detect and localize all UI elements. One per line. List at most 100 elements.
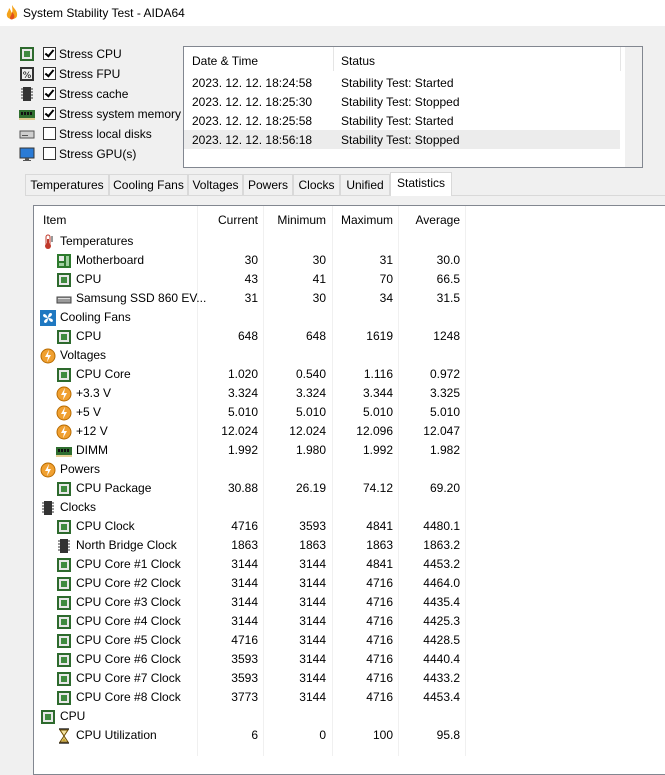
stats-header-maximum[interactable]: Maximum bbox=[331, 213, 393, 227]
log-status: Stability Test: Stopped bbox=[341, 95, 460, 109]
stats-header-current[interactable]: Current bbox=[198, 213, 258, 227]
stats-group-row[interactable]: Powers bbox=[34, 459, 665, 478]
stats-value-average: 4435.4 bbox=[423, 595, 460, 609]
checkbox[interactable] bbox=[43, 127, 56, 140]
stats-value-current: 3144 bbox=[231, 614, 258, 628]
checkbox[interactable] bbox=[43, 87, 56, 100]
stats-item-row[interactable]: CPU Package 30.88 26.19 74.12 69.20 bbox=[34, 478, 665, 497]
stats-item-row[interactable]: North Bridge Clock 1863 1863 1863 1863.2 bbox=[34, 535, 665, 554]
stats-value-current: 30.88 bbox=[227, 481, 258, 495]
stats-value-average: 95.8 bbox=[436, 728, 460, 742]
log-datetime: 2023. 12. 12. 18:25:58 bbox=[192, 114, 313, 128]
log-row[interactable]: 2023. 12. 12. 18:25:58 Stability Test: St… bbox=[184, 111, 620, 130]
stats-label: Powers bbox=[60, 462, 101, 476]
log-row[interactable]: 2023. 12. 12. 18:56:18 Stability Test: St… bbox=[184, 130, 620, 149]
cache-chip-icon bbox=[19, 86, 35, 102]
checkbox[interactable] bbox=[43, 67, 56, 80]
stats-value-minimum: 1.980 bbox=[295, 443, 326, 457]
stress-option-3[interactable]: Stress system memory bbox=[19, 105, 181, 123]
stats-group-row[interactable]: Clocks bbox=[34, 497, 665, 516]
tab-powers[interactable]: Powers bbox=[243, 174, 293, 195]
stats-item-row[interactable]: +3.3 V 3.324 3.324 3.344 3.325 bbox=[34, 383, 665, 402]
stress-option-2[interactable]: Stress cache bbox=[19, 85, 179, 103]
stats-value-minimum: 648 bbox=[305, 329, 326, 343]
stats-item-row[interactable]: CPU Core #7 Clock 3593 3144 4716 4433.2 bbox=[34, 668, 665, 687]
stats-value-current: 648 bbox=[237, 329, 258, 343]
stats-item-row[interactable]: DIMM 1.992 1.980 1.992 1.982 bbox=[34, 440, 665, 459]
stats-value-average: 4464.0 bbox=[423, 576, 460, 590]
tab-temperatures[interactable]: Temperatures bbox=[25, 174, 109, 195]
tab-unified[interactable]: Unified bbox=[340, 174, 390, 195]
stress-option-4[interactable]: Stress local disks bbox=[19, 125, 179, 143]
stats-value-minimum: 0 bbox=[319, 728, 326, 742]
stats-header-average[interactable]: Average bbox=[400, 213, 460, 227]
stats-item-row[interactable]: CPU Clock 4716 3593 4841 4480.1 bbox=[34, 516, 665, 535]
stats-value-current: 4716 bbox=[231, 519, 258, 533]
tab-cooling-fans[interactable]: Cooling Fans bbox=[109, 174, 188, 195]
stats-group-row[interactable]: Cooling Fans bbox=[34, 307, 665, 326]
monitor-icon bbox=[19, 146, 35, 162]
log-header-status[interactable]: Status bbox=[341, 54, 375, 68]
stress-option-5[interactable]: Stress GPU(s) bbox=[19, 145, 179, 163]
stats-item-row[interactable]: CPU Core #1 Clock 3144 3144 4841 4453.2 bbox=[34, 554, 665, 573]
cpu-chip-icon bbox=[56, 367, 72, 383]
stats-header-minimum[interactable]: Minimum bbox=[266, 213, 326, 227]
window-title: System Stability Test - AIDA64 bbox=[23, 6, 185, 20]
log-header-datetime[interactable]: Date & Time bbox=[192, 54, 258, 68]
title-bar: System Stability Test - AIDA64 bbox=[0, 0, 665, 26]
stats-label: CPU Core #7 Clock bbox=[76, 671, 181, 685]
stats-value-average: 30.0 bbox=[436, 253, 460, 267]
checkbox[interactable] bbox=[43, 47, 56, 60]
stats-item-row[interactable]: CPU 648 648 1619 1248 bbox=[34, 326, 665, 345]
log-row[interactable]: 2023. 12. 12. 18:24:58 Stability Test: St… bbox=[184, 73, 620, 92]
checkbox[interactable] bbox=[43, 147, 56, 160]
cpu-chip-icon bbox=[56, 671, 72, 687]
stats-item-row[interactable]: +5 V 5.010 5.010 5.010 5.010 bbox=[34, 402, 665, 421]
stress-option-1[interactable]: % Stress FPU bbox=[19, 65, 179, 83]
stats-item-row[interactable]: CPU Core #6 Clock 3593 3144 4716 4440.4 bbox=[34, 649, 665, 668]
stats-value-average: 66.5 bbox=[436, 272, 460, 286]
stats-group-row[interactable]: CPU bbox=[34, 706, 665, 725]
power-icon bbox=[40, 462, 56, 478]
stats-value-average: 1.982 bbox=[429, 443, 460, 457]
event-log[interactable]: Date & Time Status 2023. 12. 12. 18:24:5… bbox=[183, 46, 643, 168]
stats-value-minimum: 3144 bbox=[299, 595, 326, 609]
stats-group-row[interactable]: Voltages bbox=[34, 345, 665, 364]
stats-value-minimum: 3144 bbox=[299, 671, 326, 685]
column-divider[interactable] bbox=[333, 47, 334, 71]
stats-value-average: 1248 bbox=[433, 329, 460, 343]
stats-item-row[interactable]: CPU Core #3 Clock 3144 3144 4716 4435.4 bbox=[34, 592, 665, 611]
stats-header-item[interactable]: Item bbox=[43, 213, 66, 227]
stats-label: +5 V bbox=[76, 405, 102, 419]
cpu-chip-icon bbox=[56, 576, 72, 592]
stats-item-row[interactable]: CPU Core 1.020 0.540 1.116 0.972 bbox=[34, 364, 665, 383]
stats-item-row[interactable]: CPU Utilization 6 0 100 95.8 bbox=[34, 725, 665, 744]
checkbox[interactable] bbox=[43, 107, 56, 120]
stats-item-row[interactable]: CPU Core #4 Clock 3144 3144 4716 4425.3 bbox=[34, 611, 665, 630]
stats-item-row[interactable]: CPU Core #8 Clock 3773 3144 4716 4453.4 bbox=[34, 687, 665, 706]
stats-label: North Bridge Clock bbox=[76, 538, 177, 552]
stats-item-row[interactable]: CPU 43 41 70 66.5 bbox=[34, 269, 665, 288]
option-label: Stress GPU(s) bbox=[59, 147, 137, 161]
tab-clocks[interactable]: Clocks bbox=[293, 174, 340, 195]
stats-label: CPU Core #4 Clock bbox=[76, 614, 181, 628]
stress-option-0[interactable]: Stress CPU bbox=[19, 45, 179, 63]
stats-item-row[interactable]: CPU Core #5 Clock 4716 3144 4716 4428.5 bbox=[34, 630, 665, 649]
log-scrollbar[interactable] bbox=[625, 47, 642, 167]
stats-item-row[interactable]: Motherboard 30 30 31 30.0 bbox=[34, 250, 665, 269]
stats-item-row[interactable]: Samsung SSD 860 EV... 31 30 34 31.5 bbox=[34, 288, 665, 307]
stats-item-row[interactable]: +12 V 12.024 12.024 12.096 12.047 bbox=[34, 421, 665, 440]
stats-group-row[interactable]: Temperatures bbox=[34, 231, 665, 250]
thermometer-icon bbox=[40, 234, 56, 250]
stats-item-row[interactable]: CPU Core #2 Clock 3144 3144 4716 4464.0 bbox=[34, 573, 665, 592]
log-datetime: 2023. 12. 12. 18:56:18 bbox=[192, 133, 313, 147]
log-row[interactable]: 2023. 12. 12. 18:25:30 Stability Test: St… bbox=[184, 92, 620, 111]
column-divider[interactable] bbox=[620, 47, 621, 71]
stats-label: CPU bbox=[76, 329, 102, 343]
tab-voltages[interactable]: Voltages bbox=[188, 174, 243, 195]
tab-statistics[interactable]: Statistics bbox=[390, 172, 452, 196]
svg-text:%: % bbox=[23, 71, 32, 81]
stats-value-minimum: 3144 bbox=[299, 557, 326, 571]
statistics-panel[interactable]: Item Current Minimum Maximum Average Tem… bbox=[33, 205, 665, 775]
stats-value-minimum: 3593 bbox=[299, 519, 326, 533]
